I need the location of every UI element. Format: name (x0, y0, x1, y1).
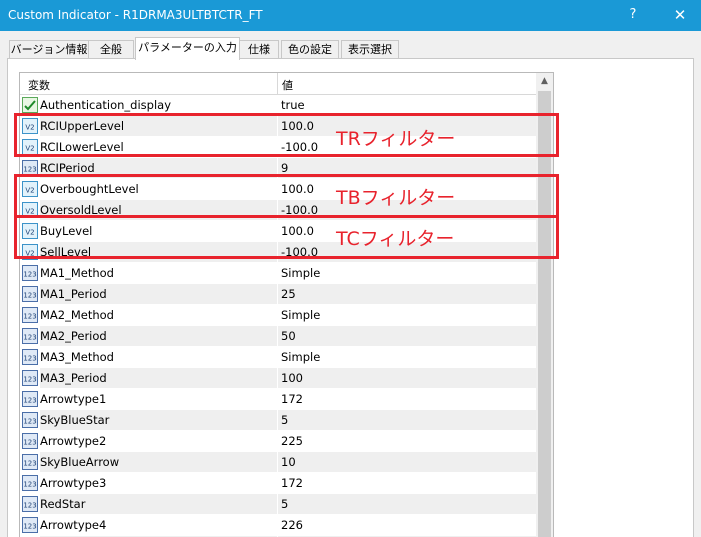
tab-spec[interactable]: 仕様 (239, 40, 279, 59)
close-button[interactable]: ✕ (669, 5, 691, 25)
table-row[interactable]: 123 Arrowtype4 226 (20, 515, 536, 536)
parameter-value[interactable]: 5 (278, 494, 536, 514)
int-icon: 123 (22, 265, 38, 281)
table-row[interactable]: 123 RedStar 5 (20, 494, 536, 515)
parameter-name: MA2_Method (40, 308, 114, 322)
parameter-value[interactable]: 50 (278, 326, 536, 346)
int-icon: 123 (22, 286, 38, 302)
parameter-name: Authentication_display (40, 98, 172, 112)
svg-text:123: 123 (23, 418, 36, 426)
parameter-name: MA2_Period (40, 326, 277, 346)
parameter-name: MA3_Method (40, 350, 114, 364)
svg-text:123: 123 (23, 376, 36, 384)
parameter-value[interactable]: 100 (278, 368, 536, 388)
table-row[interactable]: 123 MA1_Method Simple (20, 263, 536, 284)
int-icon: 123 (22, 307, 38, 323)
parameter-value[interactable]: 226 (278, 515, 536, 535)
svg-text:123: 123 (23, 439, 36, 447)
table-row[interactable]: 123 MA1_Period 25 (20, 284, 536, 305)
parameter-value[interactable]: 10 (278, 452, 536, 472)
parameter-name: MA3_Period (40, 368, 277, 388)
highlight-box-tb (14, 174, 559, 218)
annotation-tc-filter: TCフィルター (336, 228, 455, 250)
parameter-value[interactable]: 25 (278, 284, 536, 304)
tab-bar: バージョン情報 全般 パラメーターの入力 仕様 色の設定 表示選択 (0, 31, 701, 61)
table-row[interactable]: 123 MA3_Period 100 (20, 368, 536, 389)
int-icon: 123 (22, 433, 38, 449)
parameter-name: Arrowtype4 (40, 518, 107, 532)
parameter-name: Arrowtype2 (40, 434, 107, 448)
highlight-box-tc (14, 215, 559, 259)
svg-text:123: 123 (23, 313, 36, 321)
table-row[interactable]: 123 MA2_Period 50 (20, 326, 536, 347)
parameter-name: Arrowtype1 (40, 392, 107, 406)
int-icon: 123 (22, 517, 38, 533)
svg-text:123: 123 (23, 397, 36, 405)
column-separator[interactable] (277, 73, 278, 94)
parameter-rows: Authentication_display true V2 RCIUpperLeve… (20, 95, 536, 537)
parameter-value[interactable]: Simple (278, 305, 536, 325)
int-icon: 123 (22, 328, 38, 344)
int-icon: 123 (22, 412, 38, 428)
annotation-tr-filter: TRフィルター (336, 128, 456, 150)
window-title: Custom Indicator - R1DRMA3ULTBTCTR_FT (8, 8, 263, 22)
table-row[interactable]: 123 SkyBlueArrow 10 (20, 452, 536, 473)
parameter-value[interactable]: 5 (278, 410, 536, 430)
parameter-name: MA1_Period (40, 284, 277, 304)
svg-text:123: 123 (23, 460, 36, 468)
tab-color-settings[interactable]: 色の設定 (281, 40, 339, 59)
int-icon: 123 (22, 370, 38, 386)
svg-text:123: 123 (23, 271, 36, 279)
int-icon: 123 (22, 391, 38, 407)
svg-text:123: 123 (23, 523, 36, 531)
parameter-name: Arrowtype3 (40, 476, 107, 490)
table-row[interactable]: 123 Arrowtype2 225 (20, 431, 536, 452)
parameter-value[interactable]: Simple (278, 263, 536, 283)
svg-text:123: 123 (23, 502, 36, 510)
tab-general[interactable]: 全般 (88, 40, 134, 59)
bool-icon (22, 97, 38, 113)
parameter-name: MA1_Method (40, 266, 114, 280)
scroll-thumb[interactable] (538, 91, 551, 537)
table-row[interactable]: 123 MA2_Method Simple (20, 305, 536, 326)
parameter-value[interactable]: 172 (278, 389, 536, 409)
svg-text:123: 123 (23, 292, 36, 300)
table-row[interactable]: 123 SkyBlueStar 5 (20, 410, 536, 431)
svg-text:123: 123 (23, 334, 36, 342)
parameter-value[interactable]: Simple (278, 347, 536, 367)
scroll-up-arrow-icon[interactable]: ▲ (536, 73, 553, 90)
parameter-value[interactable]: 225 (278, 431, 536, 451)
parameter-value[interactable]: true (278, 95, 536, 115)
table-row[interactable]: 123 Arrowtype1 172 (20, 389, 536, 410)
annotation-tb-filter: TBフィルター (336, 187, 456, 209)
parameter-name: RedStar (40, 494, 277, 514)
int-icon: 123 (22, 496, 38, 512)
table-row[interactable]: 123 Arrowtype3 172 (20, 473, 536, 494)
int-icon: 123 (22, 454, 38, 470)
svg-text:123: 123 (23, 481, 36, 489)
tab-display-select[interactable]: 表示選択 (341, 40, 399, 59)
int-icon: 123 (22, 349, 38, 365)
parameter-value[interactable]: 172 (278, 473, 536, 493)
help-button[interactable]: ? (622, 5, 644, 25)
column-header-value[interactable]: 値 (282, 77, 293, 93)
title-bar: Custom Indicator - R1DRMA3ULTBTCTR_FT ? … (0, 0, 701, 31)
parameter-name: SkyBlueStar (40, 410, 277, 430)
table-row[interactable]: 123 MA3_Method Simple (20, 347, 536, 368)
highlight-box-tr (14, 113, 559, 157)
tab-version-info[interactable]: バージョン情報 (9, 40, 89, 59)
svg-text:123: 123 (23, 166, 36, 174)
column-header-variable[interactable]: 変数 (28, 77, 50, 93)
int-icon: 123 (22, 475, 38, 491)
tab-input-parameters[interactable]: パラメーターの入力 (135, 37, 240, 60)
svg-text:123: 123 (23, 355, 36, 363)
grid-header: 変数 値 (20, 73, 536, 95)
parameter-name: SkyBlueArrow (40, 452, 277, 472)
